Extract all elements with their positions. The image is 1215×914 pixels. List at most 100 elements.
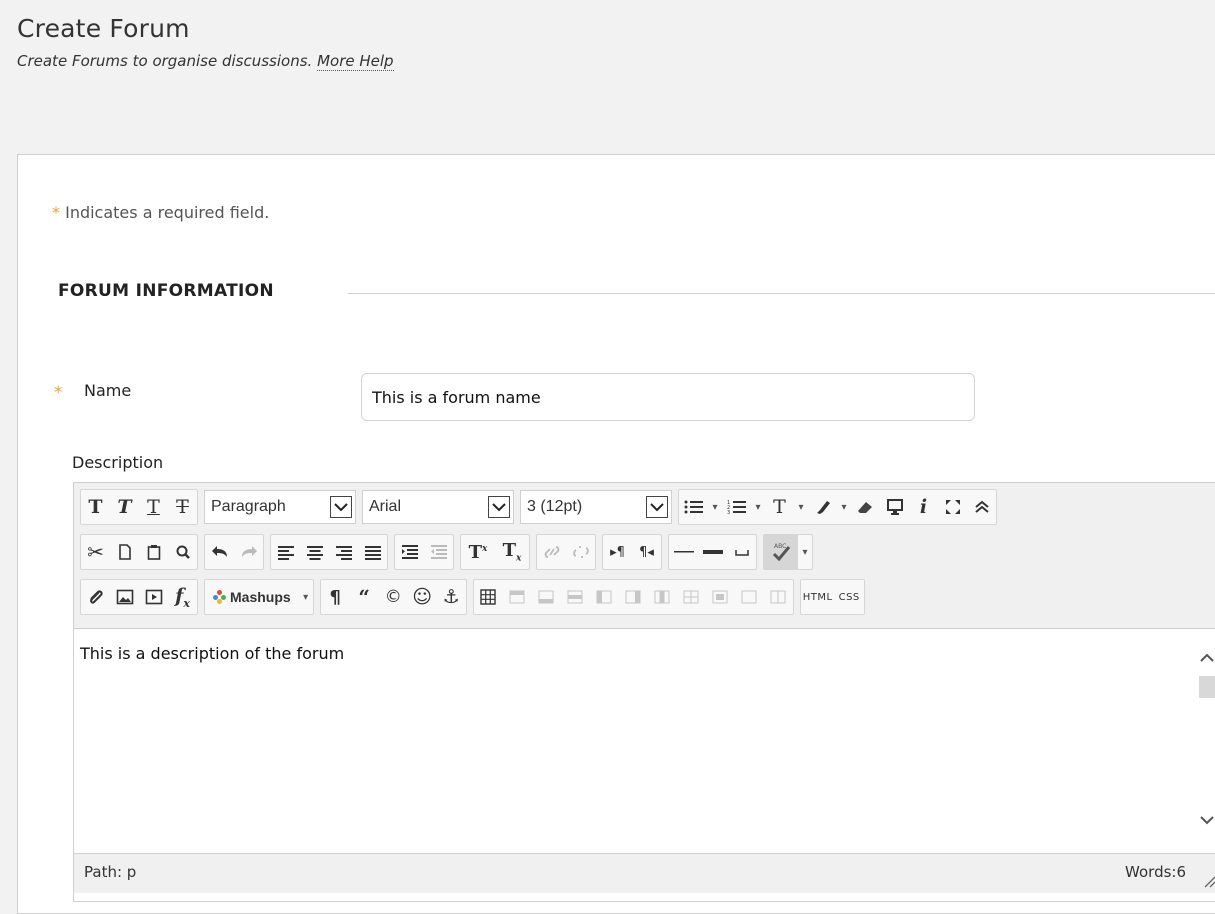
word-count: Words:6 [1125, 863, 1186, 881]
resize-handle-icon[interactable] [1202, 874, 1215, 892]
fullscreen-icon[interactable] [938, 490, 967, 524]
caret-down-icon[interactable]: ▾ [837, 502, 851, 513]
paste-icon[interactable] [139, 535, 168, 569]
editor-scrollbar[interactable] [1192, 630, 1215, 852]
bold-icon[interactable]: T [81, 490, 110, 524]
caret-down-icon[interactable]: ▾ [299, 592, 313, 603]
script-group: Tx Tx [460, 534, 530, 570]
superscript-icon[interactable]: Tx [461, 535, 495, 569]
table-merge-cells-icon[interactable] [706, 580, 735, 614]
scroll-down-icon[interactable] [1199, 810, 1215, 829]
cut-icon[interactable]: ✂ [81, 535, 110, 569]
more-help-link[interactable]: More Help [317, 52, 394, 71]
font-select[interactable]: Arial [362, 490, 514, 524]
mashups-button[interactable]: Mashups [205, 580, 299, 614]
toolbar-row-1: T T T T Paragraph Arial 3 (12pt) ▾ 1 2 3… [80, 487, 1003, 527]
indent-group [394, 534, 454, 570]
highlight-icon[interactable] [808, 490, 837, 524]
format-select[interactable]: Paragraph [204, 490, 356, 524]
table-cell-props-icon[interactable] [735, 580, 764, 614]
clipboard-group: ✂ [80, 534, 198, 570]
copy-icon[interactable] [110, 535, 139, 569]
text-style-group: T T T T [80, 489, 198, 525]
ltr-icon[interactable]: ▸¶ [603, 535, 632, 569]
insert-table-icon[interactable] [474, 580, 503, 614]
insert-image-icon[interactable] [110, 580, 139, 614]
blockquote-icon[interactable]: “ [350, 580, 379, 614]
attach-file-icon[interactable] [81, 580, 110, 614]
strikethrough-icon[interactable]: T [168, 490, 197, 524]
insert-media-icon[interactable] [139, 580, 168, 614]
table-group [472, 579, 794, 615]
chevron-down-icon [488, 496, 510, 518]
mashups-icon [213, 590, 227, 604]
table-props-icon[interactable] [764, 580, 793, 614]
table-row-before-icon[interactable] [503, 580, 532, 614]
editor-toolbar: T T T T Paragraph Arial 3 (12pt) ▾ 1 2 3… [74, 483, 1215, 629]
undo-icon[interactable] [205, 535, 234, 569]
caret-down-icon[interactable]: ▾ [794, 502, 808, 513]
scroll-thumb[interactable] [1199, 676, 1215, 698]
horizontal-rule-icon[interactable] [669, 535, 698, 569]
size-select-value: 3 (12pt) [527, 498, 583, 515]
subscript-icon[interactable]: Tx [495, 535, 529, 569]
copyright-icon[interactable]: © [379, 580, 408, 614]
anchor-icon[interactable]: ⚓ [437, 580, 466, 614]
caret-down-icon[interactable]: ▾ [708, 502, 722, 513]
size-select[interactable]: 3 (12pt) [520, 490, 672, 524]
rtl-icon[interactable]: ¶◂ [632, 535, 661, 569]
description-editor: T T T T Paragraph Arial 3 (12pt) ▾ 1 2 3… [73, 482, 1215, 902]
scroll-up-icon[interactable] [1199, 648, 1215, 667]
table-col-after-icon[interactable] [619, 580, 648, 614]
collapse-toolbar-icon[interactable] [967, 490, 996, 524]
thick-rule-icon[interactable] [698, 535, 727, 569]
direction-group: ▸¶ ¶◂ [602, 534, 662, 570]
table-delete-col-icon[interactable] [648, 580, 677, 614]
chevron-down-icon [646, 496, 668, 518]
editor-statusbar: Path: p Words:6 [74, 853, 1215, 893]
editor-content[interactable]: This is a description of the forum [74, 630, 1184, 852]
indent-icon[interactable] [395, 535, 424, 569]
numbered-list-icon[interactable]: 123 [722, 490, 751, 524]
align-right-icon[interactable] [329, 535, 358, 569]
css-button[interactable]: CSS [835, 580, 864, 614]
nonbreaking-space-icon[interactable] [727, 535, 756, 569]
paragraph-icon[interactable]: ¶ [321, 580, 350, 614]
caret-down-icon[interactable]: ▾ [798, 547, 812, 558]
forum-name-input[interactable] [361, 373, 975, 421]
redo-icon[interactable] [234, 535, 263, 569]
unlink-icon[interactable] [566, 535, 595, 569]
text-color-icon[interactable]: T [765, 490, 794, 524]
align-left-icon[interactable] [271, 535, 300, 569]
preview-icon[interactable] [880, 490, 909, 524]
link-icon[interactable] [537, 535, 566, 569]
spellcheck-icon[interactable]: ABC [764, 535, 798, 569]
name-label: Name [84, 381, 132, 400]
html-source-button[interactable]: HTML [801, 580, 835, 614]
table-split-cells-icon[interactable] [677, 580, 706, 614]
font-select-value: Arial [369, 498, 402, 515]
math-formula-icon[interactable]: fx [168, 580, 197, 614]
eraser-icon[interactable] [851, 490, 880, 524]
code-group: HTML CSS [799, 579, 865, 615]
table-col-before-icon[interactable] [590, 580, 619, 614]
align-justify-icon[interactable] [358, 535, 387, 569]
caret-down-icon[interactable]: ▾ [751, 502, 765, 513]
section-title: FORUM INFORMATION [58, 281, 296, 301]
underline-icon[interactable]: T [139, 490, 168, 524]
table-row-after-icon[interactable] [532, 580, 561, 614]
info-icon[interactable]: i [909, 490, 938, 524]
toolbar-row-3: fx Mashups ▾ ¶ “ © ☺ ⚓ HTML CSS [80, 577, 871, 617]
table-delete-row-icon[interactable] [561, 580, 590, 614]
page-header: Create Forum Create Forums to organise d… [17, 14, 394, 71]
find-icon[interactable] [168, 535, 197, 569]
align-center-icon[interactable] [300, 535, 329, 569]
symbols-group: ¶ “ © ☺ ⚓ [319, 579, 467, 615]
mashups-group: Mashups ▾ [204, 579, 314, 615]
outdent-icon[interactable] [424, 535, 453, 569]
svg-text:ABC: ABC [774, 543, 786, 550]
bullet-list-icon[interactable] [679, 490, 708, 524]
subtitle-text: Create Forums to organise discussions. [17, 52, 313, 70]
emoticon-icon[interactable]: ☺ [408, 580, 437, 614]
italic-icon[interactable]: T [110, 490, 139, 524]
